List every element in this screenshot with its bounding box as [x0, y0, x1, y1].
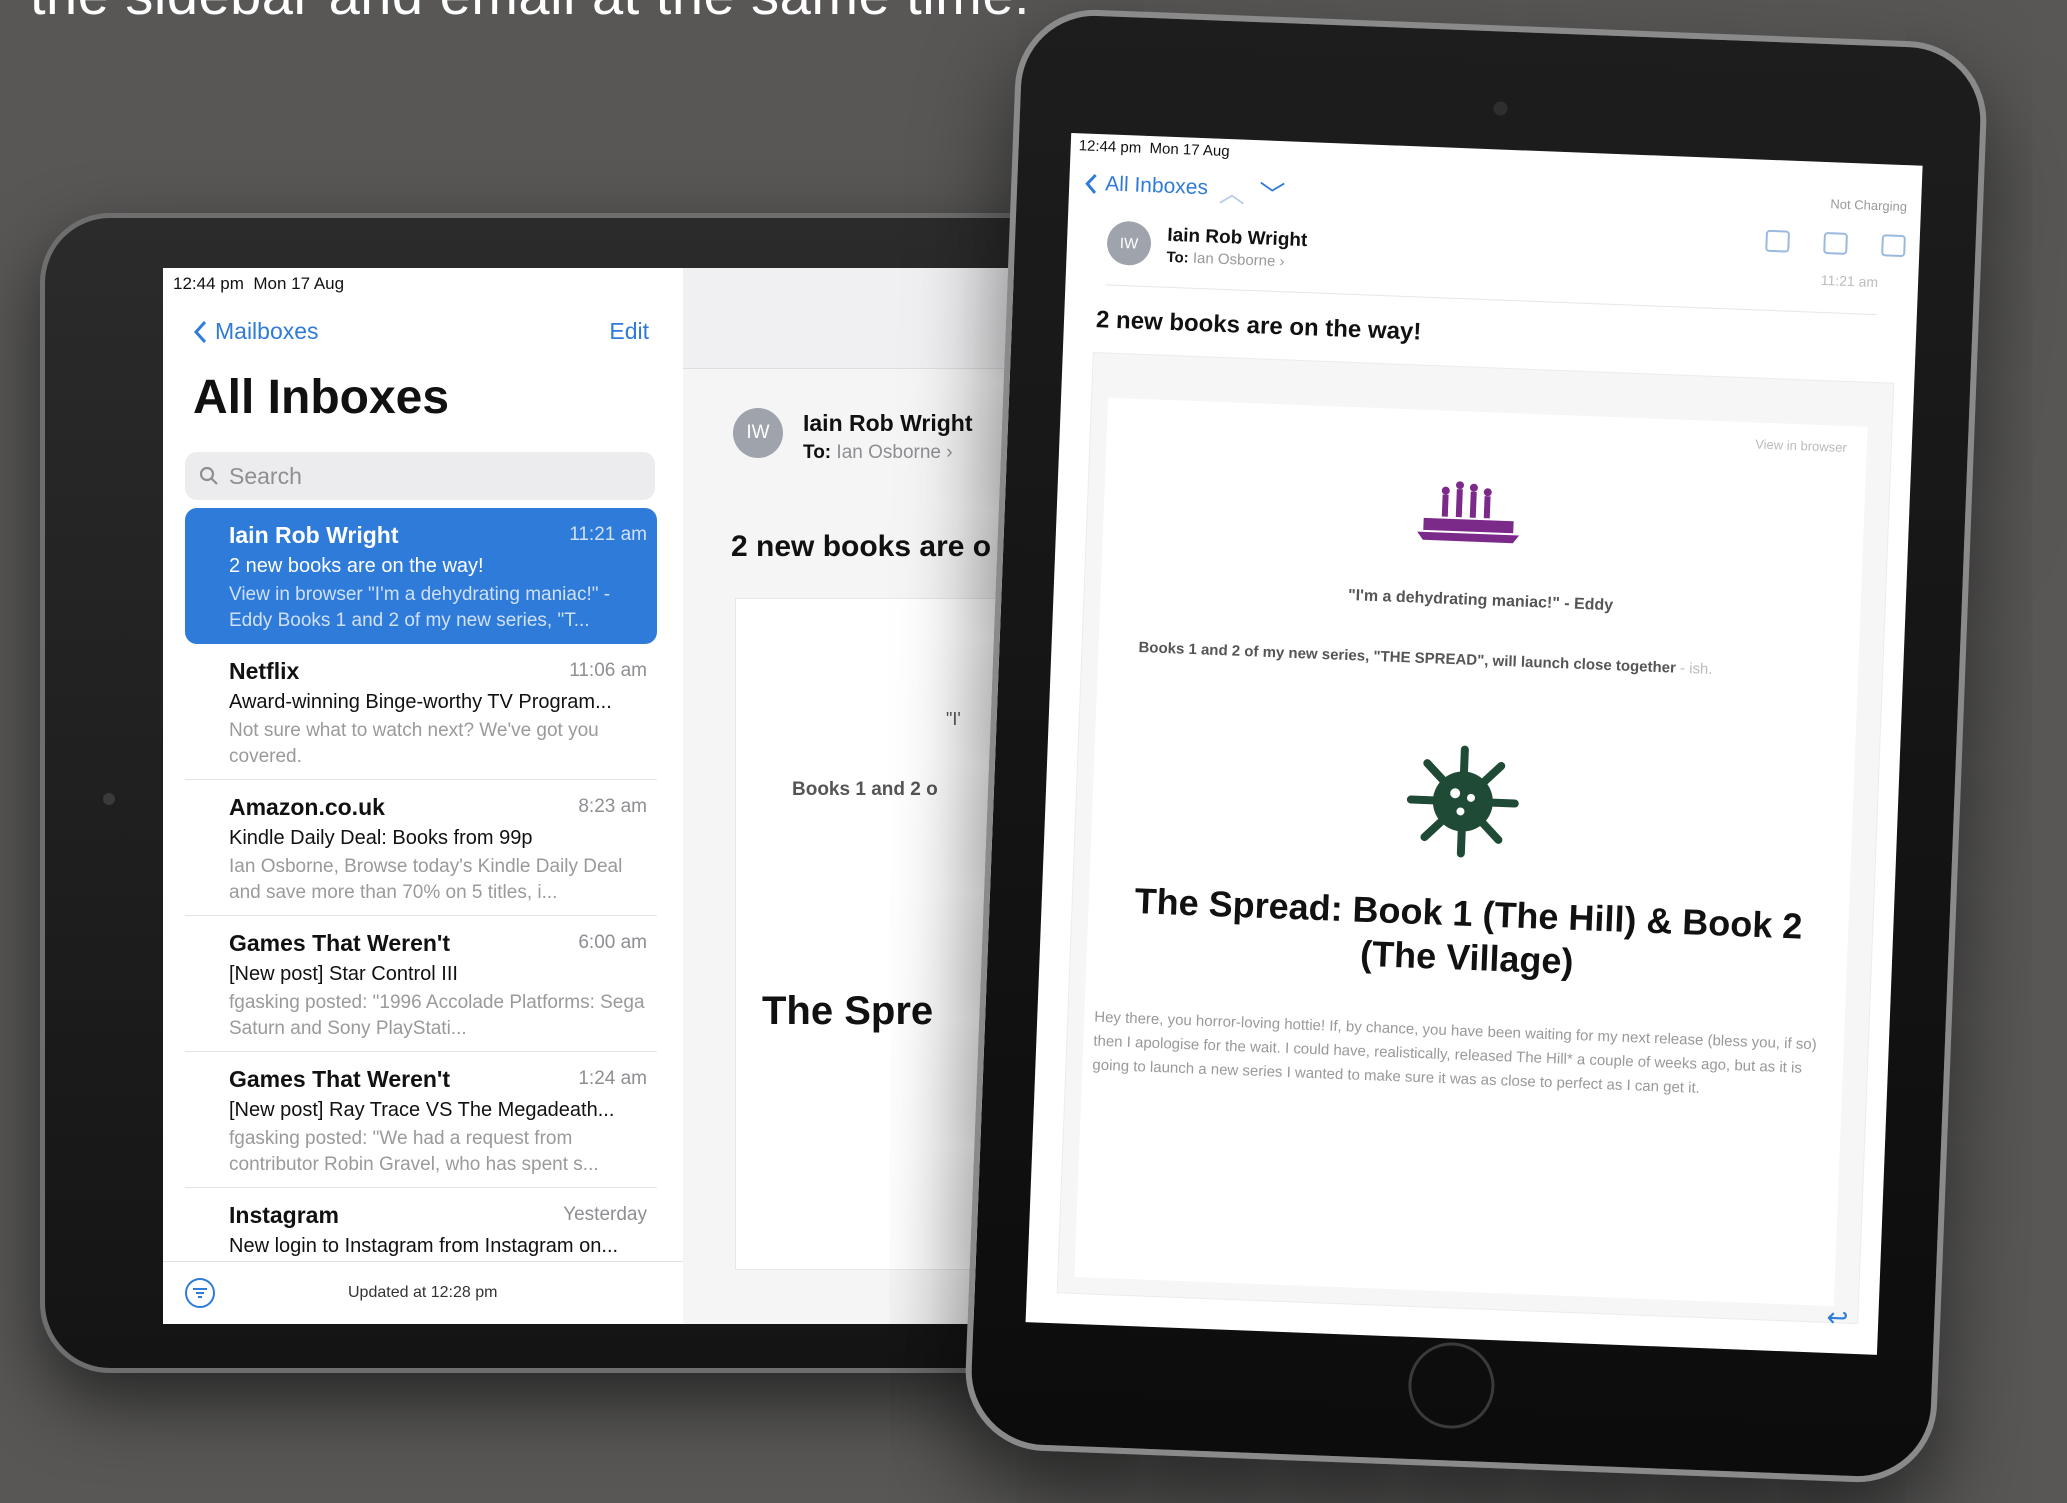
updated-status: Updated at 12:28 pm — [348, 1284, 498, 1301]
caption-text: the sidebar and email at the same time. — [30, 0, 1030, 27]
books-line-tail: - ish. — [1675, 659, 1713, 679]
mail-sidebar: 12:44 pm Mon 17 Aug Mailboxes Edit All I… — [163, 268, 684, 1324]
books-line-text: Books 1 and 2 of my new series, "THE SPR… — [1138, 638, 1677, 677]
email-quote: "I' — [946, 709, 961, 729]
mail-preview: fgasking posted: "1996 Accolade Platform… — [229, 992, 645, 1039]
email-quote: "I'm a dehydrating maniac!" - Eddy — [1347, 586, 1614, 615]
home-button[interactable] — [1406, 1340, 1497, 1431]
status-bar: 12:44 pm Mon 17 Aug — [1078, 137, 1229, 160]
chevron-up-icon[interactable]: ︿ — [1218, 178, 1259, 210]
camera-dot — [103, 793, 115, 805]
email-subject: 2 new books are on the way! — [1095, 306, 1422, 346]
chevron-down-icon[interactable]: ﹀ — [1258, 179, 1299, 211]
mail-time: 8:23 am — [578, 796, 647, 817]
mail-time: 1:24 am — [578, 1068, 647, 1089]
mail-item[interactable]: Instagram Yesterday New login to Instagr… — [185, 1188, 657, 1258]
page-title: All Inboxes — [193, 371, 450, 424]
email-books-line: Books 1 and 2 of my new series, "THE SPR… — [1138, 639, 1713, 678]
chevron-left-icon — [193, 320, 207, 343]
mail-preview: Ian Osborne, Browse today's Kindle Daily… — [229, 856, 623, 903]
ipad-landscape: 12:44 pm Mon 17 Aug Mailboxes Edit All I… — [40, 213, 1123, 1373]
email-to[interactable]: To: Ian Osborne › — [803, 442, 953, 464]
email-time: 11:21 am — [1820, 271, 1879, 291]
view-in-browser-link[interactable]: View in browser — [1755, 437, 1847, 456]
email-heading: The Spre — [762, 989, 934, 1033]
mail-time: Yesterday — [563, 1204, 647, 1225]
to-label: To: — [803, 442, 832, 463]
mail-subject: [New post] Star Control III — [229, 963, 458, 985]
all-inboxes-back-button[interactable]: All Inboxes — [1085, 172, 1209, 201]
virus-icon — [1406, 745, 1519, 858]
email-from: Iain Rob Wright — [803, 410, 973, 436]
email-paragraph: Hey there, you horror-loving hottie! If,… — [1092, 1008, 1817, 1097]
search-input[interactable]: Search — [185, 452, 655, 500]
status-time: 12:44 pm — [173, 274, 244, 293]
author-logo-icon — [1417, 481, 1520, 544]
mail-toolbar — [1765, 229, 1906, 258]
email-books-line: Books 1 and 2 o — [792, 779, 938, 800]
mail-item[interactable]: Games That Weren't 6:00 am [New post] St… — [185, 916, 657, 1052]
email-subject: 2 new books are o — [731, 530, 992, 563]
mail-list: Iain Rob Wright 11:21 am 2 new books are… — [185, 508, 657, 1258]
ipad-screen-portrait: 12:44 pm Mon 17 Aug Not Charging All Inb… — [1025, 133, 1923, 1355]
front-camera — [1493, 101, 1508, 116]
to-recipient: Ian Osborne — [1192, 249, 1276, 270]
battery-status: Not Charging — [1830, 196, 1908, 215]
mail-item-selected[interactable]: Iain Rob Wright 11:21 am 2 new books are… — [185, 508, 657, 644]
mailboxes-back-label: Mailboxes — [215, 318, 319, 344]
edit-button[interactable]: Edit — [609, 318, 649, 345]
ipad-portrait: 12:44 pm Mon 17 Aug Not Charging All Inb… — [962, 6, 1990, 1486]
mail-item[interactable]: Netflix 11:06 am Award-winning Binge-wor… — [185, 644, 657, 780]
mail-subject: [New post] Ray Trace VS The Megadeath... — [229, 1099, 615, 1121]
mail-subject: New login to Instagram from Instagram on… — [229, 1235, 619, 1257]
reply-icon[interactable]: ↩ — [1826, 1302, 1849, 1334]
search-icon — [199, 466, 218, 485]
mail-item[interactable]: Amazon.co.uk 8:23 am Kindle Daily Deal: … — [185, 780, 657, 916]
mail-preview: Not sure what to watch next? We've got y… — [229, 720, 599, 767]
compose-icon[interactable] — [1881, 234, 1906, 258]
email-body: View in browser "I'm a dehydrating mania… — [1056, 352, 1895, 1325]
message-nav-arrows[interactable]: ︿﹀ — [1218, 173, 1299, 213]
mail-time: 11:06 am — [569, 660, 647, 681]
mail-subject: Award-winning Binge-worthy TV Program... — [229, 691, 612, 713]
all-inboxes-label: All Inboxes — [1104, 172, 1209, 200]
mail-subject: Kindle Daily Deal: Books from 99p — [229, 827, 533, 849]
trash-icon[interactable] — [1765, 229, 1791, 253]
status-time: 12:44 pm — [1078, 137, 1142, 157]
status-date: Mon 17 Aug — [1149, 140, 1230, 161]
avatar: IW — [733, 408, 783, 458]
email-from: Iain Rob Wright — [1166, 224, 1308, 252]
status-date: Mon 17 Aug — [253, 274, 345, 293]
folder-icon[interactable] — [1823, 231, 1848, 255]
email-heading: The Spread: Book 1 (The Hill) & Book 2 (… — [1133, 880, 1804, 982]
filter-icon[interactable] — [185, 1278, 215, 1308]
mail-time: 11:21 am — [569, 524, 647, 545]
status-bar: 12:44 pm Mon 17 Aug — [173, 274, 344, 294]
to-recipient: Ian Osborne — [836, 442, 941, 463]
chevron-left-icon — [1085, 173, 1097, 194]
mail-time: 6:00 am — [578, 932, 647, 953]
mail-item[interactable]: Games That Weren't 1:24 am [New post] Ra… — [185, 1052, 657, 1188]
mail-preview: View in browser "I'm a dehydrating mania… — [229, 584, 611, 631]
mail-subject: 2 new books are on the way! — [229, 555, 484, 577]
sidebar-toolbar: Updated at 12:28 pm — [163, 1261, 683, 1324]
avatar: IW — [1106, 220, 1152, 267]
search-placeholder: Search — [229, 462, 302, 489]
email-content: View in browser "I'm a dehydrating mania… — [1074, 397, 1868, 1307]
mailboxes-back-button[interactable]: Mailboxes — [193, 318, 319, 345]
to-label: To: — [1166, 248, 1190, 267]
mail-preview: fgasking posted: "We had a request from … — [229, 1128, 599, 1175]
email-to[interactable]: To: Ian Osborne › — [1166, 249, 1285, 271]
